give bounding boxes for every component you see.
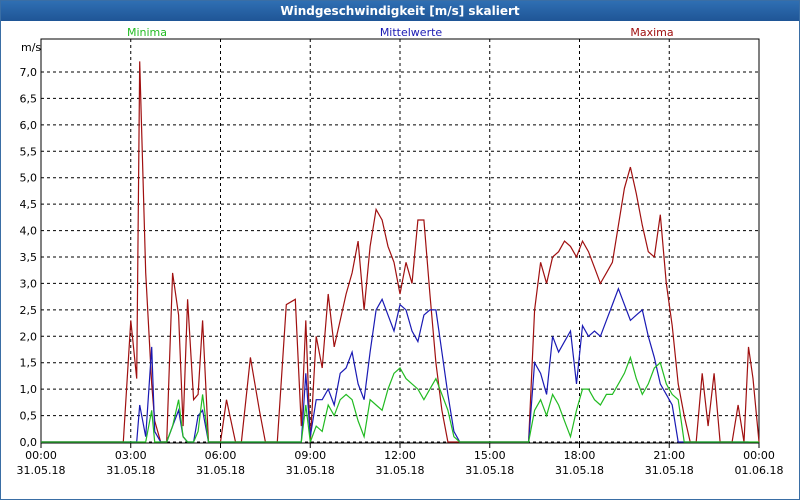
x-tick-date: 31.05.18 bbox=[465, 464, 514, 477]
x-tick-date: 31.05.18 bbox=[196, 464, 245, 477]
y-tick-label: 2,5 bbox=[20, 304, 38, 317]
x-tick-time: 21:00 bbox=[653, 449, 685, 462]
y-tick-label: 2,0 bbox=[20, 330, 38, 343]
window-title: Windgeschwindigkeit [m/s] skaliert bbox=[1, 1, 799, 21]
line-chart: 0,0 0,5 1,0 1,5 2,0 2,5 3,0 3,5 4,0 4,5 5,0 5,5 6,0 6… bbox=[17, 26, 784, 477]
y-tick-label: 3,5 bbox=[20, 251, 38, 264]
y-tick-label: 0,0 bbox=[20, 436, 38, 449]
x-tick-time: 06:00 bbox=[205, 449, 237, 462]
x-tick-date: 31.05.18 bbox=[645, 464, 694, 477]
y-axis-ticks: 0,0 0,5 1,0 1,5 2,0 2,5 3,0 3,5 4,0 4,5 5,0 5,5 6,0 6… bbox=[20, 66, 38, 449]
y-tick-label: 0,5 bbox=[20, 410, 38, 423]
x-tick-time: 15:00 bbox=[474, 449, 506, 462]
legend-mittelwerte: Mittelwerte bbox=[380, 26, 443, 39]
x-tick-date: 01.06.18 bbox=[735, 464, 784, 477]
x-tick-time: 00:00 bbox=[25, 449, 57, 462]
x-tick-time: 03:00 bbox=[115, 449, 147, 462]
x-tick-time: 00:00 bbox=[743, 449, 775, 462]
x-axis-ticks: 00:00 31.05.18 03:00 31.05.18 06:00 31.05.18 0… bbox=[17, 443, 784, 477]
y-tick-label: 4,5 bbox=[20, 198, 38, 211]
y-axis-label: m/s bbox=[21, 41, 41, 54]
y-tick-label: 5,5 bbox=[20, 145, 38, 158]
x-tick-date: 31.05.18 bbox=[17, 464, 66, 477]
x-tick-time: 09:00 bbox=[294, 449, 326, 462]
x-tick-date: 31.05.18 bbox=[286, 464, 335, 477]
y-tick-label: 6,5 bbox=[20, 92, 38, 105]
x-tick-date: 31.05.18 bbox=[376, 464, 425, 477]
y-tick-label: 4,0 bbox=[20, 225, 38, 238]
y-tick-label: 1,0 bbox=[20, 383, 38, 396]
y-tick-label: 5,0 bbox=[20, 172, 38, 185]
legend-maxima: Maxima bbox=[630, 26, 673, 39]
y-tick-label: 1,5 bbox=[20, 357, 38, 370]
x-tick-time: 12:00 bbox=[384, 449, 416, 462]
y-tick-label: 3,0 bbox=[20, 277, 38, 290]
x-tick-date: 31.05.18 bbox=[555, 464, 604, 477]
y-tick-label: 7,0 bbox=[20, 66, 38, 79]
x-tick-time: 18:00 bbox=[564, 449, 596, 462]
legend-minima: Minima bbox=[127, 26, 167, 39]
chart-window: Windgeschwindigkeit [m/s] skaliert 0,0 0,… bbox=[0, 0, 800, 500]
y-tick-label: 6,0 bbox=[20, 119, 38, 132]
x-tick-date: 31.05.18 bbox=[106, 464, 155, 477]
